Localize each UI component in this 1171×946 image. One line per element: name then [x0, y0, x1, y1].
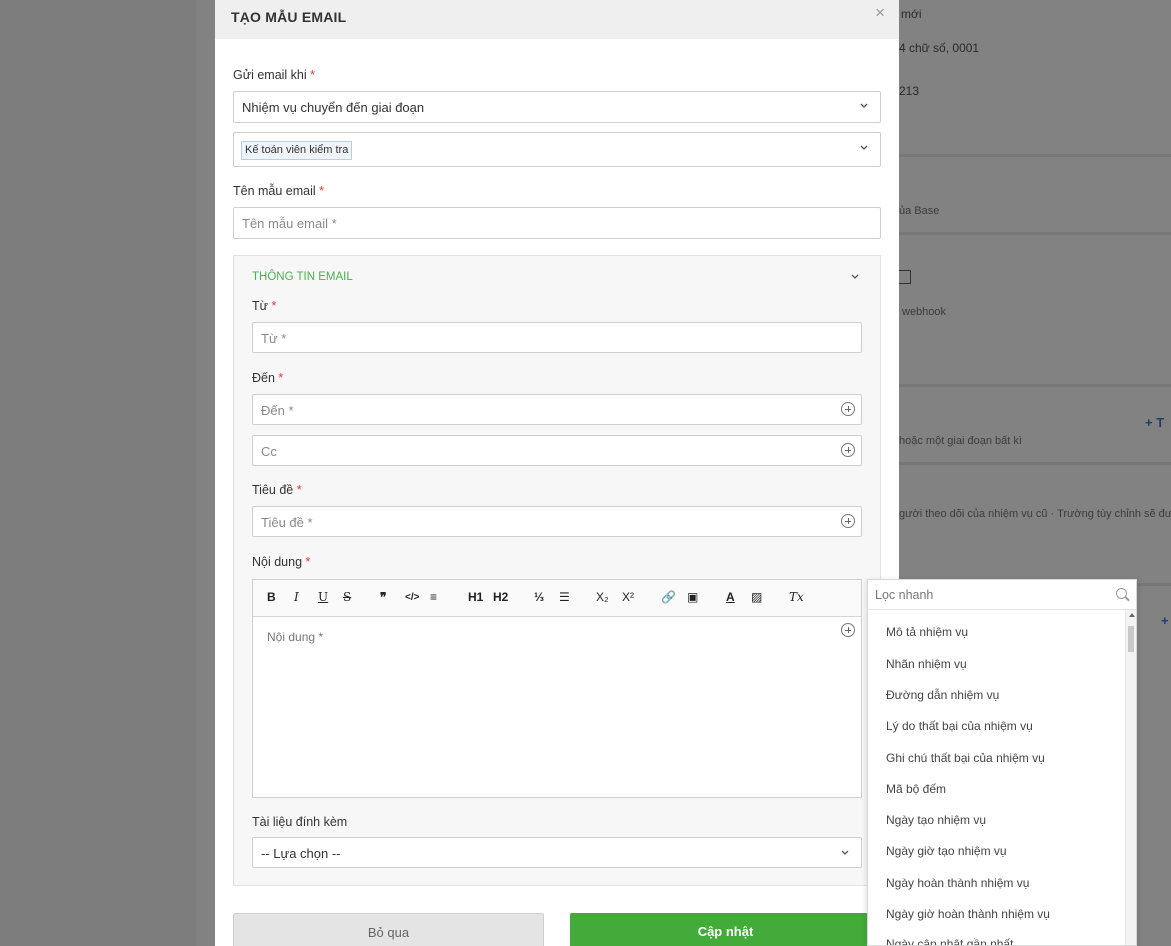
list-item[interactable]: Ngày giờ tạo nhiệm vụ [886, 844, 1007, 858]
bullet-list-button[interactable]: ☰ [559, 590, 570, 604]
attachment-label: Tài liệu đính kèm [252, 815, 348, 829]
background-text: gười theo dõi của nhiệm vụ cũ · Trường t… [899, 508, 1171, 520]
to-placeholder: Đến * [261, 403, 294, 418]
underline-button[interactable]: U [318, 590, 328, 604]
code-button[interactable]: </> [405, 592, 419, 603]
background-divider [899, 232, 1171, 235]
heading1-button[interactable]: H1 [468, 590, 483, 604]
from-placeholder: Từ * [261, 331, 287, 346]
to-label: Đến * [252, 371, 284, 385]
cc-placeholder: Cc [261, 444, 277, 459]
add-icon: + [1161, 613, 1169, 628]
scrollbar[interactable] [1125, 610, 1136, 945]
background-divider [899, 154, 1171, 157]
to-input[interactable]: Đến * [252, 394, 862, 425]
text-color-button[interactable]: A [726, 590, 735, 604]
background-color-button[interactable]: ▨ [751, 590, 762, 604]
search-icon [1116, 588, 1127, 599]
stage-tag[interactable]: Kế toán viên kiểm tra [241, 141, 353, 160]
template-name-placeholder: Tên mẫu email * [242, 216, 337, 231]
insert-variable-icon[interactable] [841, 623, 855, 637]
trigger-select-value: Nhiệm vụ chuyển đến giai đoạn [242, 100, 425, 115]
subscript-button[interactable]: X₂ [596, 590, 609, 604]
section-title: THÔNG TIN EMAIL [252, 271, 353, 283]
background-text: mới [901, 7, 922, 21]
close-icon[interactable]: × [875, 3, 885, 23]
trigger-select[interactable]: Nhiệm vụ chuyển đến giai đoạn [233, 91, 881, 123]
align-button[interactable]: ≡ [430, 590, 437, 604]
strikethrough-button[interactable]: S [343, 590, 351, 604]
list-item[interactable]: Mã bộ đếm [886, 782, 946, 796]
modal-header: TẠO MẪU EMAIL × [215, 0, 899, 39]
background-text: ủa Base [899, 205, 940, 217]
italic-button[interactable]: I [294, 590, 299, 604]
list-item[interactable]: Đường dẫn nhiệm vụ [886, 688, 999, 702]
chevron-down-icon [841, 850, 849, 855]
ordered-list-button[interactable]: ⅓ [534, 590, 544, 604]
modal-title: TẠO MẪU EMAIL [231, 9, 347, 25]
background-text: hoặc một giai đoạn bất kì [899, 435, 1022, 447]
variable-picker-dropdown: Lọc nhanh Mô tả nhiệm vụ Nhãn nhiệm vụ Đ… [867, 579, 1137, 946]
background-text: webhook [902, 306, 947, 318]
save-button[interactable]: Cập nhật [570, 913, 881, 946]
chevron-down-icon [860, 103, 868, 108]
list-item[interactable]: Lý do thất bại của nhiệm vụ [886, 719, 1033, 733]
content-label: Nội dung * [252, 555, 311, 569]
clear-format-button[interactable]: Tx [789, 590, 804, 604]
background-text: 4 chữ số, 0001 [899, 41, 980, 55]
scrollbar-thumb[interactable] [1128, 626, 1134, 652]
list-item[interactable]: Mô tả nhiệm vụ [886, 625, 968, 639]
background-text: 213 [899, 84, 920, 98]
heading2-button[interactable]: H2 [493, 590, 508, 604]
superscript-button[interactable]: X² [622, 590, 634, 604]
background-divider [899, 462, 1171, 465]
attachment-select[interactable]: -- Lựa chọn -- [252, 837, 862, 868]
add-icon: + T [1145, 415, 1165, 430]
quick-filter-input[interactable]: Lọc nhanh [868, 580, 1136, 610]
file-icon [899, 270, 911, 284]
link-icon[interactable]: 🔗 [661, 590, 676, 604]
template-name-input[interactable]: Tên mẫu email * [233, 207, 881, 239]
cancel-button[interactable]: Bỏ qua [233, 913, 544, 946]
editor-toolbar: B I U S ❞ </> ≡ H1 H2 ⅓ ☰ X₂ X² 🔗 ▣ A ▨ … [253, 580, 861, 617]
image-icon[interactable]: ▣ [687, 590, 698, 604]
list-item[interactable]: Ngày hoàn thành nhiệm vụ [886, 876, 1029, 890]
subject-input[interactable]: Tiêu đề * [252, 506, 862, 537]
create-email-template-modal: TẠO MẪU EMAIL × Gửi email khi * Nhiệm vụ… [215, 0, 899, 946]
bold-button[interactable]: B [267, 590, 276, 604]
quick-filter-placeholder: Lọc nhanh [875, 588, 934, 602]
insert-variable-icon[interactable] [841, 443, 855, 457]
subject-label: Tiêu đề * [252, 483, 302, 497]
insert-variable-icon[interactable] [841, 514, 855, 528]
list-item[interactable]: Ngày cập nhật gần nhất [886, 937, 1013, 945]
cc-input[interactable]: Cc [252, 435, 862, 466]
insert-variable-icon[interactable] [841, 402, 855, 416]
from-input[interactable]: Từ * [252, 322, 862, 353]
trigger-label: Gửi email khi * [233, 68, 316, 82]
content-placeholder: Nội dung * [267, 630, 324, 644]
from-label: Từ * [252, 299, 277, 313]
content-editor[interactable]: B I U S ❞ </> ≡ H1 H2 ⅓ ☰ X₂ X² 🔗 ▣ A ▨ … [252, 579, 862, 798]
background-sidebar [0, 0, 196, 946]
background-divider [899, 384, 1171, 387]
list-item[interactable]: Ngày giờ hoàn thành nhiệm vụ [886, 907, 1050, 921]
chevron-down-icon [860, 145, 868, 150]
list-item[interactable]: Ghi chú thất bại của nhiệm vụ [886, 751, 1045, 765]
stage-select[interactable]: Kế toán viên kiểm tra [233, 132, 881, 167]
subject-placeholder: Tiêu đề * [261, 515, 313, 530]
quote-button[interactable]: ❞ [380, 590, 386, 604]
list-item[interactable]: Ngày tạo nhiệm vụ [886, 813, 986, 827]
email-info-section: THÔNG TIN EMAIL Từ * Từ * Đến * Đến * Cc… [233, 255, 881, 886]
chevron-down-icon[interactable] [850, 272, 860, 282]
list-item[interactable]: Nhãn nhiệm vụ [886, 657, 967, 671]
attachment-select-value: -- Lựa chọn -- [261, 846, 341, 861]
template-name-label: Tên mẫu email * [233, 184, 325, 198]
scroll-up-icon[interactable] [1129, 613, 1135, 617]
